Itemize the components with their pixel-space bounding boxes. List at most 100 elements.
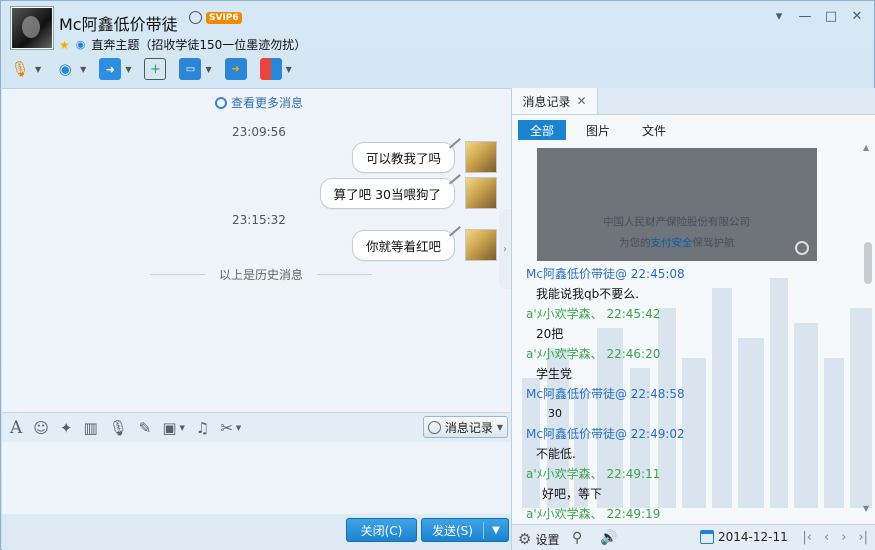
search-button[interactable]: ⚲	[572, 530, 582, 546]
chevron-down-icon: ▼	[496, 422, 503, 432]
pin-icon	[445, 220, 461, 237]
message-row: 你就等着红吧	[351, 220, 497, 261]
title-badges: SVIP6	[189, 11, 242, 24]
log-sender: a'ﾒ小欢学森、 22:49:11	[526, 467, 661, 481]
scroll-thumb[interactable]	[864, 242, 872, 284]
scroll-up-icon[interactable]: ▲	[863, 143, 869, 152]
log-sender: a'ﾒ小欢学森、 22:45:42	[526, 307, 661, 321]
send-file-button[interactable]: ➜ ▼	[99, 58, 131, 80]
chat-window: Mc阿鑫低价带徒 SVIP6 ★ ◉ 直奔主题（招收学徒150一位墨迹勿扰） ▾…	[0, 0, 875, 550]
voice-icon[interactable]: 🎙	[109, 419, 128, 437]
maximize-icon[interactable]: □	[824, 9, 838, 24]
pin-icon	[445, 132, 461, 149]
last-page-icon[interactable]: ›|	[858, 530, 868, 545]
log-sender: Mc阿鑫低价带徒@ 22:45:08	[526, 267, 685, 281]
chevron-down-icon[interactable]: ▼	[125, 65, 131, 74]
clock-icon	[427, 420, 441, 434]
presentation-button[interactable]: ➜	[224, 58, 247, 80]
history-divider: 以上是历史消息	[150, 266, 373, 283]
vibrate-icon[interactable]: ▥	[84, 419, 98, 437]
chevron-down-icon[interactable]: ▼	[35, 65, 41, 74]
speaker-icon: 🔊	[600, 530, 618, 546]
close-icon[interactable]: ✕	[850, 9, 864, 24]
log-message: 我能说我qb不要么.	[536, 287, 640, 301]
log-scrollbar[interactable]: ▲ ▼	[863, 143, 872, 513]
chevron-down-icon[interactable]: ▼	[286, 65, 292, 74]
tab-message-record[interactable]: 消息记录 ✕	[512, 88, 598, 114]
qzone-icon[interactable]: ◉	[76, 38, 86, 51]
chevron-down-icon[interactable]: ▼	[236, 424, 241, 432]
avatar[interactable]	[465, 141, 497, 173]
date-picker[interactable]: 2014-12-11	[700, 530, 788, 544]
card-subtitle: 为您的支付安全保驾护航	[619, 237, 735, 249]
chevron-down-icon[interactable]: ▼	[205, 65, 211, 74]
dropdown-icon[interactable]: ▾	[772, 9, 786, 24]
image-card[interactable]: 中国人民财产保险股份有限公司 为您的支付安全保驾护航	[537, 148, 817, 261]
contact-name[interactable]: Mc阿鑫低价带徒	[59, 11, 178, 35]
chevron-down-icon[interactable]: ▼	[80, 65, 86, 74]
settings-button[interactable]: ⚙ 设置	[518, 530, 559, 548]
video-call-button[interactable]: ◉ ▼	[54, 58, 87, 80]
voice-call-button[interactable]: 🎙 ▼	[9, 58, 41, 80]
filter-files[interactable]: 文件	[630, 120, 678, 140]
status-message: 直奔主题（招收学徒150一位墨迹勿扰）	[91, 38, 307, 52]
send-button[interactable]: 发送(S) ▼	[421, 518, 509, 542]
chevron-down-icon[interactable]: ▼	[484, 525, 508, 536]
message-bubble[interactable]: 可以教我了吗	[351, 132, 461, 173]
collapse-panel-toggle[interactable]: ›	[499, 209, 511, 289]
close-icon[interactable]: ✕	[576, 94, 586, 108]
next-page-icon[interactable]: ›	[841, 530, 846, 545]
message-log: Mc阿鑫低价带徒@ 22:45:08 我能说我qb不要么. a'ﾒ小欢学森、 2…	[526, 264, 856, 524]
chevron-down-icon[interactable]: ▼	[180, 424, 185, 432]
add-note-icon: +	[144, 58, 167, 80]
view-more-link[interactable]: 查看更多消息	[215, 94, 303, 111]
music-icon[interactable]: ♫	[196, 419, 209, 437]
screenshot-button[interactable]: ✂ ▼	[220, 419, 241, 437]
zoom-icon[interactable]	[795, 241, 809, 255]
note-button[interactable]: +	[144, 58, 167, 80]
contact-avatar[interactable]	[11, 7, 53, 49]
avatar[interactable]	[465, 177, 497, 209]
camera-icon: ◉	[58, 60, 72, 78]
message-bubble[interactable]: 算了吧 30当喂狗了	[319, 168, 461, 209]
first-page-icon[interactable]: |‹	[802, 530, 812, 545]
status-line: ★ ◉ 直奔主题（招收学徒150一位墨迹勿扰）	[59, 36, 306, 53]
star-icon: ★	[59, 37, 70, 52]
speaker-button[interactable]: 🔊	[600, 530, 617, 546]
magic-icon[interactable]: ✦	[60, 419, 73, 437]
main-toolbar: 🎙 ▼ ◉ ▼ ➜ ▼ + ▭ ▼ ➜ ▼	[9, 55, 305, 83]
close-button[interactable]: 关闭(C)	[346, 518, 417, 542]
message-row: 可以教我了吗	[351, 132, 497, 173]
clock-icon	[215, 96, 227, 109]
window-controls: ▾ — □ ✕	[772, 9, 864, 24]
history-panel: 消息记录 ✕ 全部 图片 文件 中国人民财产保险股份有限公司 为您的支付安全保驾…	[511, 88, 875, 550]
filter-images[interactable]: 图片	[574, 120, 622, 140]
filter-tabs: 全部 图片 文件	[518, 120, 686, 140]
divider-line	[317, 274, 373, 275]
avatar[interactable]	[465, 229, 497, 261]
scroll-down-icon[interactable]: ▼	[863, 504, 869, 513]
message-bubble[interactable]: 你就等着红吧	[351, 220, 461, 261]
log-sender: a'ﾒ小欢学森、 22:46:20	[526, 347, 661, 361]
filter-all[interactable]: 全部	[518, 120, 566, 140]
chat-messages[interactable]: 查看更多消息 23:09:56 可以教我了吗 算了吧 30当喂狗了 23:15:…	[2, 88, 511, 412]
remote-desktop-button[interactable]: ▭ ▼	[179, 58, 212, 80]
emoji-icon[interactable]: ☺	[33, 419, 49, 437]
log-message: 不能低.	[536, 447, 576, 461]
log-message: 好吧，等下	[542, 487, 603, 501]
image-button[interactable]: ▣ ▼	[162, 419, 185, 437]
message-record-button[interactable]: 消息记录 ▼	[422, 416, 508, 438]
svip-badge[interactable]: SVIP6	[206, 11, 242, 24]
editor-toolbar: A ☺ ✦ ▥ 🎙 ✎ ▣ ▼ ♫ ✂ ▼ 消息记录 ▼	[2, 412, 511, 442]
minimize-icon[interactable]: —	[798, 9, 812, 24]
file-transfer-icon: ➜	[99, 58, 122, 80]
prev-page-icon[interactable]: ‹	[824, 530, 829, 545]
message-input[interactable]	[2, 442, 511, 514]
font-icon[interactable]: A	[10, 418, 22, 438]
divider-line	[150, 274, 205, 275]
edit-icon[interactable]: ✎	[139, 419, 152, 437]
apps-button[interactable]: ▼	[259, 58, 292, 80]
image-icon: ▣	[162, 418, 177, 437]
apps-icon	[259, 58, 282, 80]
history-footer: ⚙ 设置 ⚲ 🔊 2014-12-11 |‹ ‹ › ›|	[512, 524, 875, 550]
